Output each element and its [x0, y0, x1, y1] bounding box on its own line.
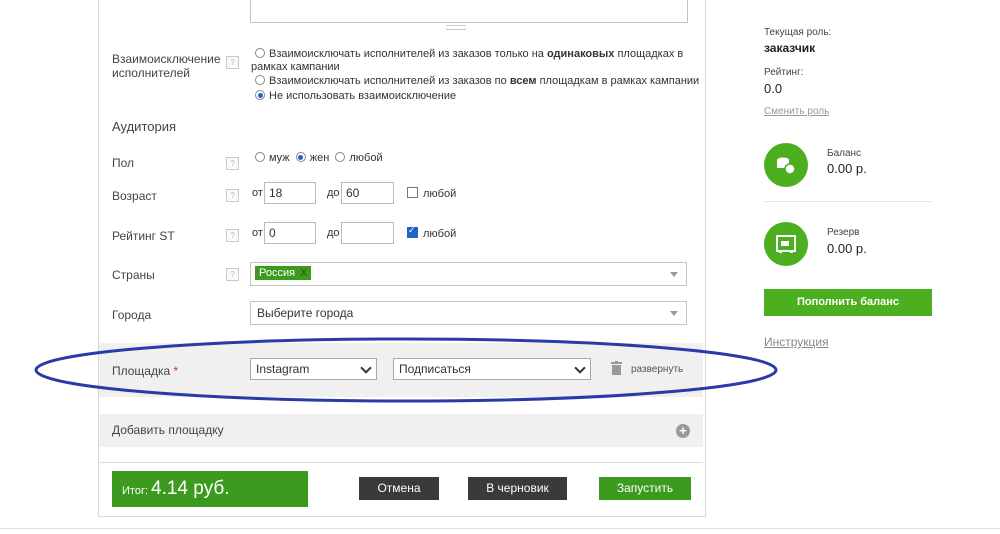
coins-icon	[764, 143, 808, 187]
countries-select[interactable]: Россия X	[250, 262, 687, 286]
country-tag-label: Россия	[259, 267, 296, 279]
radio-female[interactable]	[295, 152, 306, 162]
reserve-label: Резерв	[827, 227, 860, 238]
reserve-value: 0.00 р.	[827, 241, 867, 256]
exclusion-option-same[interactable]: Взаимоисключать исполнителей из заказов …	[255, 48, 683, 60]
launch-button[interactable]: Запустить	[599, 477, 691, 500]
help-icon[interactable]: ?	[226, 56, 239, 69]
age-to-label: до	[327, 187, 340, 199]
exclusion-option-none[interactable]: Не использовать взаимоисключение	[255, 90, 456, 102]
rating-value-side: 0.0	[764, 81, 783, 96]
radio-male[interactable]	[255, 152, 265, 162]
gender-male-label: муж	[269, 152, 290, 164]
age-to-input[interactable]: 60	[341, 182, 394, 204]
textarea-resize-handle[interactable]	[446, 25, 466, 30]
role-value: заказчик	[764, 41, 816, 55]
help-icon[interactable]: ?	[226, 189, 239, 202]
age-any-label: любой	[423, 188, 457, 200]
option-none-text: Не использовать взаимоисключение	[269, 90, 457, 102]
help-icon[interactable]: ?	[226, 268, 239, 281]
radio-any-gender[interactable]	[335, 152, 346, 162]
gender-options: муж жен любой	[255, 152, 383, 164]
exclusion-option-same-line2: рамках кампании	[251, 61, 340, 73]
add-platform-label: Добавить площадку	[112, 423, 224, 437]
gender-any-label: любой	[349, 152, 383, 164]
sidebar-divider	[764, 201, 932, 202]
cities-label: Города	[112, 308, 152, 322]
topup-button[interactable]: Пополнить баланс	[764, 289, 932, 316]
option-all-text: Взаимоисключать исполнителей из заказов …	[269, 75, 510, 87]
rating-to-input[interactable]	[341, 222, 394, 244]
rating-label: Рейтинг ST	[112, 229, 175, 243]
cities-placeholder: Выберите города	[257, 306, 354, 320]
age-label: Возраст	[112, 189, 157, 203]
age-any-check[interactable]	[407, 187, 418, 198]
option-same-bold: одинаковых	[546, 48, 615, 60]
rating-label-side: Рейтинг:	[764, 67, 804, 78]
rating-to-label: до	[327, 227, 340, 239]
safe-icon	[764, 222, 808, 266]
gender-label: Пол	[112, 156, 135, 170]
total-box: Итог: 4.14 руб.	[112, 471, 308, 507]
age-any-checkbox[interactable]: любой	[407, 187, 456, 200]
balance-value: 0.00 р.	[827, 161, 867, 176]
exclusion-label: Взаимоисключение исполнителей	[112, 52, 221, 80]
option-all-suffix: площадкам в рамках кампании	[536, 75, 700, 87]
footer-divider	[99, 462, 703, 463]
country-tag: Россия X	[255, 266, 312, 280]
country-tag-remove[interactable]: X	[300, 267, 307, 279]
audience-title: Аудитория	[112, 119, 177, 134]
description-textarea[interactable]	[250, 0, 688, 23]
rating-any-label: любой	[423, 228, 457, 240]
radio-none[interactable]	[255, 90, 265, 100]
total-prefix: Итог:	[122, 485, 149, 497]
change-role-link[interactable]: Сменить роль	[764, 106, 829, 117]
age-from-label: от	[252, 187, 263, 199]
rating-from-input[interactable]: 0	[264, 222, 316, 244]
help-icon[interactable]: ?	[226, 229, 239, 242]
rating-any-checkbox[interactable]: любой	[407, 225, 457, 240]
chevron-down-icon[interactable]	[670, 272, 678, 277]
radio-all[interactable]	[255, 75, 265, 85]
option-same-text: Взаимоисключать исполнителей из заказов …	[269, 48, 547, 60]
chevron-down-icon[interactable]	[670, 311, 678, 316]
rating-any-check[interactable]	[407, 225, 418, 238]
highlight-ellipse	[34, 337, 778, 403]
role-label: Текущая роль:	[764, 27, 832, 38]
balance-label: Баланс	[827, 148, 862, 159]
help-icon[interactable]: ?	[226, 157, 239, 170]
total-value: 4.14 руб.	[151, 478, 230, 499]
option-same-suffix: площадках в	[614, 48, 684, 60]
cities-select[interactable]: Выберите города	[250, 301, 687, 325]
plus-circle-icon[interactable]: +	[676, 424, 690, 438]
countries-label: Страны	[112, 268, 155, 282]
exclusion-option-all[interactable]: Взаимоисключать исполнителей из заказов …	[255, 75, 699, 87]
draft-button[interactable]: В черновик	[468, 477, 567, 500]
cancel-button[interactable]: Отмена	[359, 477, 439, 500]
option-all-bold: всем	[509, 75, 537, 87]
rating-from-label: от	[252, 227, 263, 239]
radio-same[interactable]	[255, 48, 265, 58]
age-from-input[interactable]: 18	[264, 182, 316, 204]
page-bottom-line	[0, 528, 1000, 529]
instruction-link[interactable]: Инструкция	[764, 335, 829, 349]
gender-female-label: жен	[309, 152, 330, 164]
